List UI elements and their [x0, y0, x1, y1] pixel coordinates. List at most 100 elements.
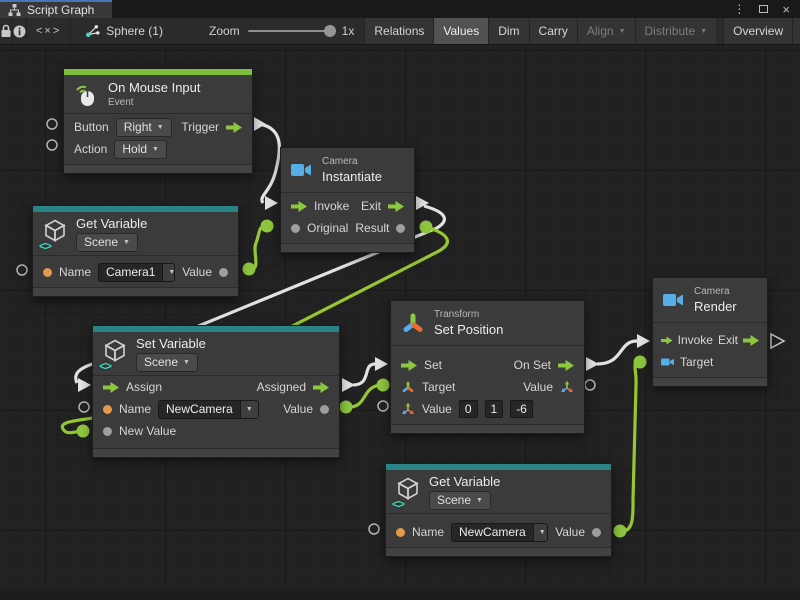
node-set-position[interactable]: Transform Set Position Set On Set: [390, 300, 585, 434]
tab-bar: Script Graph ⋮ ×: [0, 0, 800, 18]
wire-endpoint[interactable]: [614, 525, 627, 538]
trigger-in-arrow[interactable]: [637, 334, 650, 348]
unconnected-port[interactable]: [47, 119, 57, 129]
trigger-port-icon[interactable]: [558, 360, 574, 371]
variable-name-combo[interactable]: Camera1 ▼: [98, 263, 175, 282]
wire-endpoint[interactable]: [340, 401, 353, 414]
unconnected-trigger-port[interactable]: [771, 334, 784, 348]
node-rows: Assign Assigned Name NewCamera ▼ Value: [93, 375, 339, 448]
node-camera-render[interactable]: Camera Render Invoke Exit: [652, 277, 768, 387]
trigger-port-icon[interactable]: [291, 201, 307, 212]
unconnected-port[interactable]: [585, 380, 595, 390]
vector-z-field[interactable]: -6: [510, 400, 533, 418]
wire-assigned-set[interactable]: [353, 364, 375, 385]
unconnected-port[interactable]: [17, 265, 27, 275]
fullscreen-button[interactable]: Full Screen: [792, 18, 800, 44]
unconnected-port[interactable]: [79, 402, 89, 412]
transform-port-icon[interactable]: [401, 380, 415, 394]
vector3-port-icon[interactable]: [560, 380, 574, 394]
variable-icon-wrap: <>: [395, 476, 421, 507]
camera-port-icon[interactable]: [661, 357, 675, 367]
relations-toggle[interactable]: Relations: [364, 18, 433, 44]
wire-endpoint[interactable]: [377, 379, 390, 392]
node-set-variable[interactable]: <> Set Variable Scene ▼ Assign Assigned: [92, 325, 340, 458]
wire-camera1-original[interactable]: [249, 226, 266, 269]
trigger-in-arrow[interactable]: [265, 196, 278, 210]
combo-dropdown-button[interactable]: ▼: [240, 401, 258, 418]
port-row-new-value: New Value: [93, 420, 339, 442]
string-port[interactable]: [396, 528, 405, 537]
code-view-button[interactable]: <×>: [27, 18, 71, 44]
value-port[interactable]: [103, 427, 112, 436]
node-camera-instantiate[interactable]: Camera Instantiate Invoke Exit Original: [280, 147, 415, 253]
align-label: Align: [587, 24, 614, 38]
unconnected-port[interactable]: [47, 140, 57, 150]
button-dropdown[interactable]: Right ▼: [116, 118, 172, 137]
port-label: Set: [424, 358, 442, 372]
variable-kind-dropdown[interactable]: Scene ▼: [429, 491, 491, 510]
distribute-menu[interactable]: Distribute ▼: [635, 18, 717, 44]
breadcrumb[interactable]: Sphere (1): [71, 18, 173, 44]
port-row-invoke-exit: Invoke Exit: [653, 329, 767, 351]
node-on-mouse-input[interactable]: On Mouse Input Event Button Right ▼ Trig…: [63, 68, 253, 174]
wire-endpoint[interactable]: [261, 220, 274, 233]
zoom-slider-handle[interactable]: [324, 25, 336, 37]
variable-kind-dropdown[interactable]: Scene ▼: [76, 233, 138, 252]
align-menu[interactable]: Align ▼: [577, 18, 635, 44]
trigger-port-icon[interactable]: [313, 382, 329, 393]
chevron-down-icon: ▼: [168, 269, 175, 276]
wire-trigger-invoke[interactable]: [259, 124, 279, 203]
value-port[interactable]: [396, 224, 405, 233]
maximize-icon[interactable]: [759, 5, 768, 13]
lock-button[interactable]: [0, 18, 13, 44]
zoom-slider[interactable]: [248, 30, 334, 32]
combo-dropdown-button[interactable]: ▼: [533, 524, 548, 541]
overview-button[interactable]: Overview: [723, 18, 792, 44]
wire-endpoint[interactable]: [420, 221, 433, 234]
vector-x-field[interactable]: 0: [459, 400, 478, 418]
menu-dots-icon[interactable]: ⋮: [733, 3, 745, 15]
wire-endpoint[interactable]: [243, 263, 256, 276]
trigger-port-icon[interactable]: [401, 360, 417, 371]
trigger-in-arrow[interactable]: [78, 378, 91, 392]
string-port[interactable]: [103, 405, 112, 414]
unconnected-port[interactable]: [378, 401, 388, 411]
wire-endpoint[interactable]: [77, 425, 90, 438]
wire-endpoint[interactable]: [634, 356, 647, 369]
value-port[interactable]: [320, 405, 329, 414]
value-port[interactable]: [291, 224, 300, 233]
combo-dropdown-button[interactable]: ▼: [162, 264, 175, 281]
close-icon[interactable]: ×: [782, 3, 790, 16]
vector-y-field[interactable]: 1: [485, 400, 504, 418]
trigger-port-icon[interactable]: [103, 382, 119, 393]
node-get-variable-newcamera[interactable]: <> Get Variable Scene ▼ Name NewCamera: [385, 463, 612, 557]
values-toggle[interactable]: Values: [433, 18, 488, 44]
node-subtitle: Event: [108, 97, 201, 108]
action-dropdown[interactable]: Hold ▼: [114, 140, 167, 159]
chevron-down-icon: ▼: [183, 359, 190, 366]
wire-newcamera-target[interactable]: [620, 362, 640, 531]
dim-toggle[interactable]: Dim: [488, 18, 528, 44]
chevron-down-icon: ▼: [246, 406, 253, 413]
trigger-port-icon[interactable]: [743, 335, 759, 346]
info-button[interactable]: [13, 18, 27, 44]
wire-onset-invoke[interactable]: [597, 341, 637, 364]
value-port[interactable]: [592, 528, 601, 537]
tab-script-graph[interactable]: Script Graph: [0, 0, 112, 18]
value-port[interactable]: [219, 268, 228, 277]
trigger-port-icon[interactable]: [226, 122, 242, 133]
trigger-port-icon[interactable]: [661, 335, 673, 346]
graph-canvas[interactable]: On Mouse Input Event Button Right ▼ Trig…: [0, 45, 800, 600]
variable-name-combo[interactable]: NewCamera ▼: [158, 400, 259, 419]
chevron-down-icon: ▼: [476, 497, 483, 504]
unconnected-port[interactable]: [369, 524, 379, 534]
trigger-port-icon[interactable]: [388, 201, 404, 212]
string-port[interactable]: [43, 268, 52, 277]
carry-toggle[interactable]: Carry: [529, 18, 577, 44]
trigger-in-arrow[interactable]: [375, 357, 388, 371]
node-title: Set Position: [434, 322, 503, 337]
vector3-port-icon[interactable]: [401, 402, 415, 416]
variable-name-combo[interactable]: NewCamera ▼: [451, 523, 548, 542]
node-get-variable-camera1[interactable]: <> Get Variable Scene ▼ Name Camera1 ▼: [32, 205, 239, 297]
variable-kind-dropdown[interactable]: Scene ▼: [136, 353, 198, 372]
